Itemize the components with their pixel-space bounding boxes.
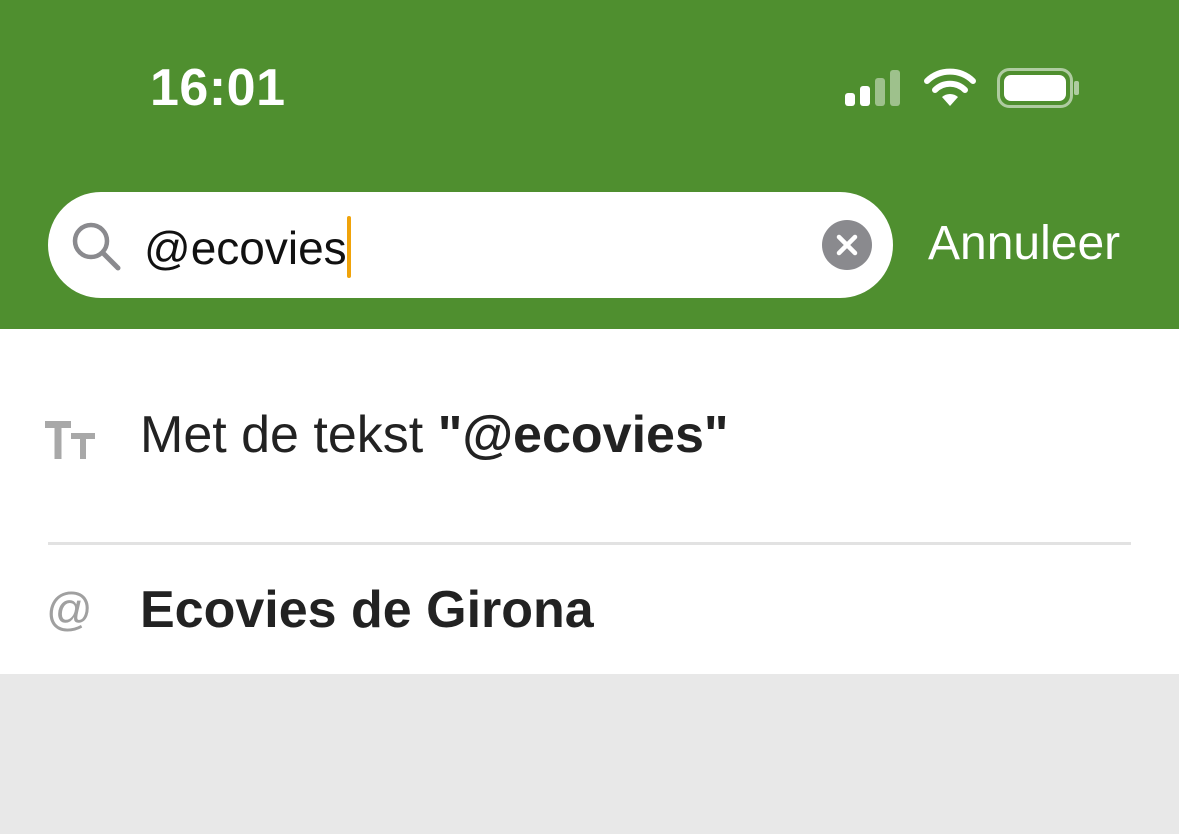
search-screen: 16:01 @ecovies Annuleer Met de tekst "@e… (0, 0, 1179, 834)
clear-icon (836, 234, 858, 256)
result-search-text[interactable]: Met de tekst "@ecovies" (0, 329, 1179, 543)
empty-area (0, 674, 1179, 834)
cancel-button[interactable]: Annuleer (928, 214, 1120, 274)
clear-search-button[interactable] (822, 220, 872, 270)
status-icons (843, 66, 1081, 110)
wifi-icon (924, 68, 976, 106)
battery-icon (997, 68, 1079, 108)
result-text-label: Met de tekst "@ecovies" (140, 403, 729, 467)
search-header: 16:01 @ecovies Annuleer (0, 0, 1179, 329)
result-text-query: "@ecovies" (437, 406, 729, 464)
text-size-icon (45, 421, 95, 459)
text-caret (346, 216, 351, 278)
cellular-signal-icon (845, 70, 900, 106)
result-text-prefix: Met de tekst (140, 406, 438, 464)
status-time: 16:01 (150, 59, 286, 117)
search-input[interactable]: @ecovies (48, 192, 893, 298)
search-results-list: Met de tekst "@ecovies" @ Ecovies de Gir… (0, 329, 1179, 674)
result-mention-ecovies[interactable]: @ Ecovies de Girona (0, 545, 1179, 674)
search-icon (72, 222, 121, 271)
result-mention-label: Ecovies de Girona (140, 581, 594, 639)
search-query-text: @ecovies (144, 222, 347, 274)
search-input-value: @ecovies (144, 216, 351, 278)
at-icon: @ (46, 583, 93, 635)
